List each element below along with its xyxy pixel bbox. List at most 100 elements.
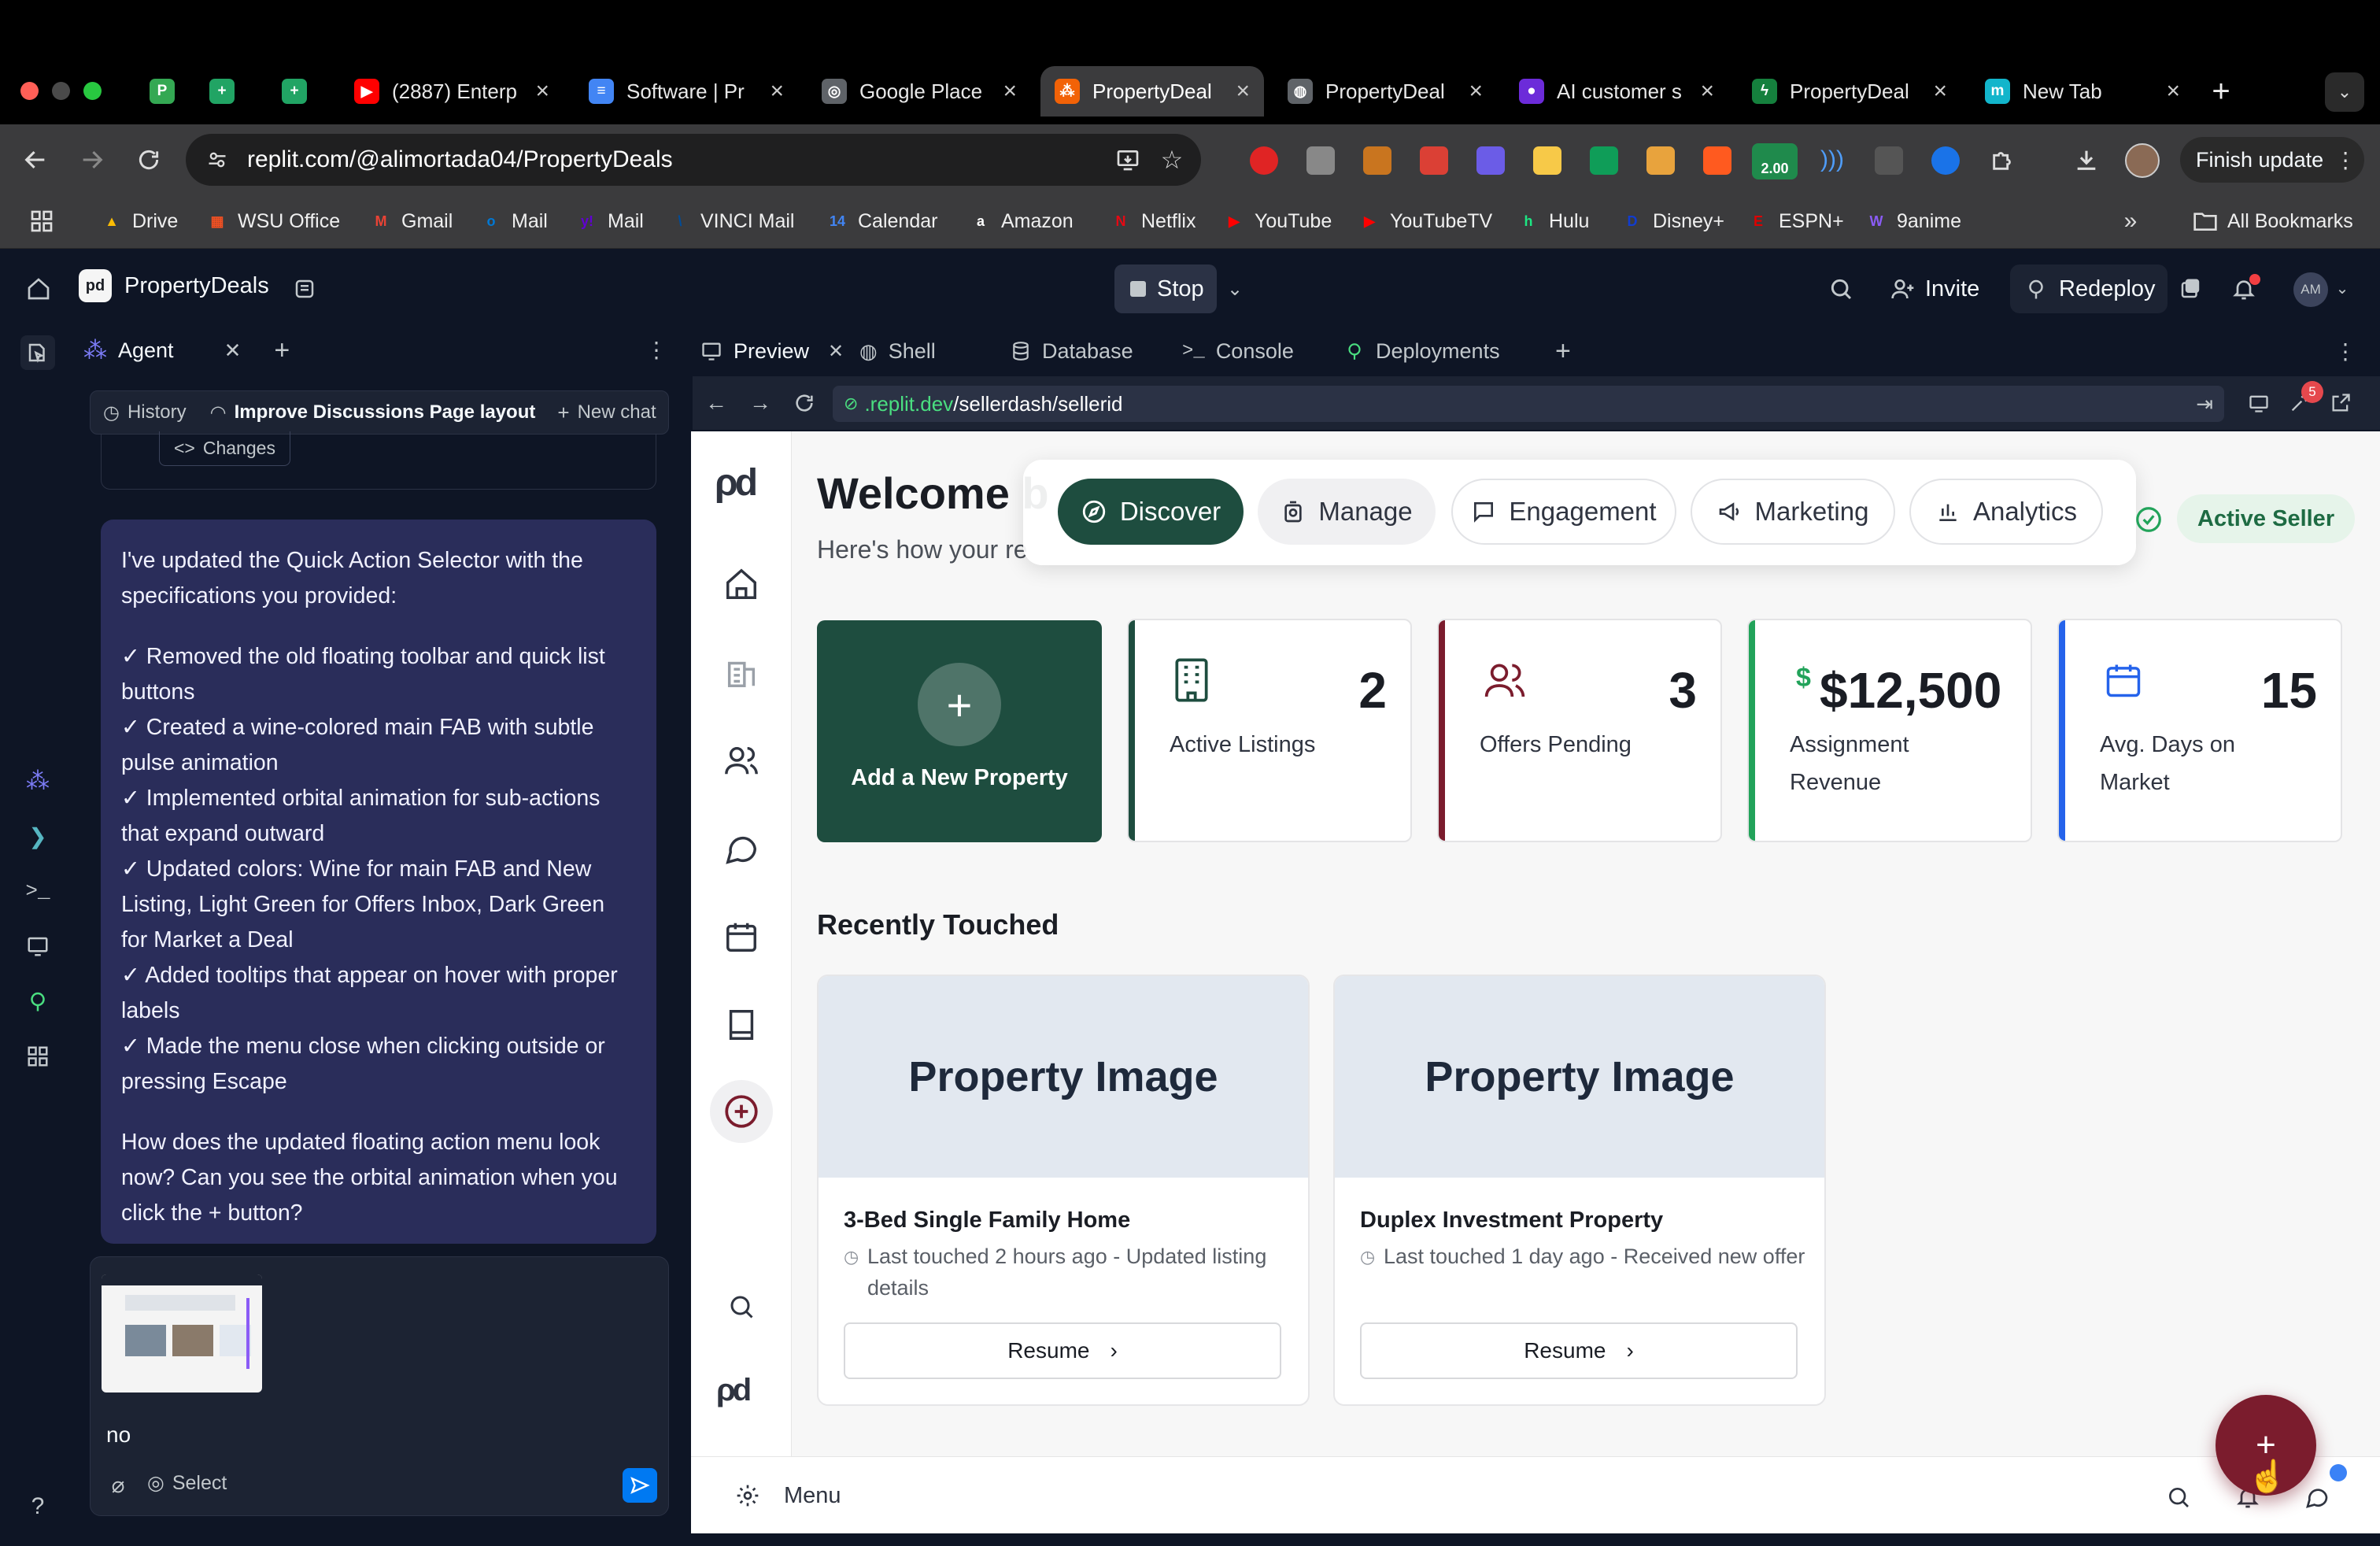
close-tab-icon[interactable]: ✕: [828, 340, 844, 363]
bookmark-item[interactable]: a Amazon: [970, 203, 1074, 239]
all-tools-icon[interactable]: [20, 1039, 55, 1074]
extension-icon[interactable]: [1590, 146, 1618, 175]
chat-title[interactable]: Improve Discussions Page layout: [235, 401, 536, 423]
resume-button[interactable]: Resume ›: [844, 1322, 1281, 1379]
sidebar-book-icon[interactable]: [718, 1001, 765, 1049]
extension-icon[interactable]: [1875, 146, 1903, 175]
tab-shell[interactable]: ◍ Shell: [859, 326, 936, 376]
devtools-icon[interactable]: 5: [2286, 381, 2323, 417]
footer-menu-button[interactable]: Menu: [784, 1483, 841, 1509]
preview-tool-icon[interactable]: [20, 929, 55, 963]
close-tab-icon[interactable]: ×: [535, 78, 549, 105]
home-icon[interactable]: [22, 272, 55, 305]
extensions-puzzle-icon[interactable]: [1986, 143, 2020, 176]
close-tab-icon[interactable]: ×: [1003, 78, 1017, 105]
sidebar-logo[interactable]: ρd: [716, 1373, 752, 1408]
browser-tab[interactable]: +: [195, 66, 258, 117]
stat-card-active-listings[interactable]: 2 Active Listings: [1127, 619, 1412, 842]
deploy-status-icon[interactable]: [2174, 272, 2207, 305]
agent-menu-icon[interactable]: ⋮: [644, 337, 669, 362]
all-bookmarks-button[interactable]: All Bookmarks: [2193, 203, 2353, 239]
todoist-icon[interactable]: [1420, 146, 1448, 175]
sidebar-home-icon[interactable]: [718, 560, 765, 608]
stat-card-assignment-revenue[interactable]: $ $12,500 Assignment Revenue: [1747, 619, 2032, 842]
bookmark-item[interactable]: ▶ YouTube: [1223, 203, 1332, 239]
assistant-tool-icon[interactable]: ❯: [20, 819, 55, 853]
tab-agent[interactable]: ⁂ Agent ✕ +: [83, 335, 290, 366]
extension-icon[interactable]: [1703, 146, 1731, 175]
site-info-icon[interactable]: [205, 147, 230, 172]
settings-gear-icon[interactable]: [734, 1481, 762, 1510]
chat-composer[interactable]: no ⌀ ◎ Select: [90, 1256, 669, 1516]
browser-tab[interactable]: m New Tab ×: [1971, 66, 2194, 117]
apps-grid-icon[interactable]: [27, 206, 57, 236]
bookmark-item[interactable]: ▶ YouTubeTV: [1358, 203, 1492, 239]
finish-update-button[interactable]: Finish update ⋮: [2180, 137, 2364, 183]
marketing-button[interactable]: Marketing: [1691, 479, 1895, 545]
stat-card-offers-pending[interactable]: 3 Offers Pending: [1437, 619, 1722, 842]
add-tab-icon[interactable]: +: [1555, 326, 1571, 376]
browser-tab[interactable]: ◎ Google Place ×: [808, 66, 1031, 117]
bookmark-item[interactable]: ▲ Drive: [101, 203, 178, 239]
kebab-menu-icon[interactable]: ⋮: [2334, 147, 2356, 173]
window-minimize-button[interactable]: [52, 82, 70, 100]
tab-preview[interactable]: Preview ✕: [700, 326, 844, 376]
webview-forward-icon[interactable]: →: [746, 389, 774, 417]
forward-icon[interactable]: [76, 143, 109, 176]
stop-button[interactable]: Stop: [1114, 264, 1217, 313]
avatar-chevron-icon[interactable]: ⌄: [2331, 277, 2353, 299]
sidebar-search-icon[interactable]: [718, 1283, 765, 1330]
close-tab-icon[interactable]: ×: [1469, 78, 1483, 105]
download-icon[interactable]: [2070, 143, 2103, 176]
bookmark-item[interactable]: h Hulu: [1517, 203, 1590, 239]
attached-screenshot-thumbnail[interactable]: [102, 1274, 262, 1393]
tab-console[interactable]: >_ Console: [1182, 326, 1294, 376]
new-tab-icon[interactable]: +: [2204, 74, 2238, 109]
extension-icon[interactable]: [1931, 146, 1960, 175]
browser-tab[interactable]: ● AI customer s ×: [1505, 66, 1728, 117]
close-tab-icon[interactable]: ×: [770, 78, 784, 105]
sidebar-users-icon[interactable]: [718, 737, 765, 784]
agent-tool-icon[interactable]: ⁂: [20, 764, 55, 798]
address-bar[interactable]: replit.com/@alimortada04/PropertyDeals ☆: [186, 134, 1201, 186]
tab-deployments[interactable]: Deployments: [1344, 326, 1500, 376]
close-tab-icon[interactable]: ×: [2166, 78, 2180, 105]
extension-icon[interactable]: [1306, 146, 1335, 175]
redeploy-button[interactable]: Redeploy: [2010, 264, 2168, 313]
more-bookmarks-icon[interactable]: »: [2116, 206, 2145, 236]
send-button[interactable]: [623, 1468, 657, 1503]
devices-icon[interactable]: [2245, 389, 2273, 417]
extension-icon[interactable]: [1250, 146, 1278, 175]
project-info-icon[interactable]: [288, 272, 321, 305]
sidebar-chat-icon[interactable]: [718, 825, 765, 872]
tab-database[interactable]: Database: [1011, 326, 1133, 376]
install-app-icon[interactable]: [1114, 146, 1141, 173]
close-tab-icon[interactable]: ×: [1933, 78, 1947, 105]
go-icon[interactable]: ⇥: [2196, 392, 2213, 416]
bookmark-item[interactable]: W 9anime: [1865, 203, 1962, 239]
deployments-tool-icon[interactable]: [20, 984, 55, 1019]
address-url[interactable]: replit.com/@alimortada04/PropertyDeals: [247, 134, 673, 186]
bookmark-item[interactable]: N Netflix: [1110, 203, 1196, 239]
history-button[interactable]: History: [128, 401, 187, 423]
attach-icon[interactable]: ⌀: [105, 1471, 131, 1498]
new-chat-button[interactable]: New chat: [578, 401, 656, 423]
footer-search-icon[interactable]: [2164, 1483, 2193, 1511]
console-tool-icon[interactable]: >_: [20, 874, 55, 908]
bookmark-item[interactable]: E ESPN+: [1747, 203, 1844, 239]
bookmark-item[interactable]: 14 Calendar: [826, 203, 937, 239]
pen-icon[interactable]: [1646, 146, 1675, 175]
property-card[interactable]: Property Image 3-Bed Single Family Home …: [817, 975, 1310, 1406]
search-icon[interactable]: [1824, 272, 1857, 305]
changes-button[interactable]: <> Changes: [159, 431, 290, 466]
sidebar-buildings-icon[interactable]: [718, 649, 765, 696]
property-card[interactable]: Property Image Duplex Investment Propert…: [1333, 975, 1826, 1406]
bookmark-item[interactable]: y! Mail: [576, 203, 644, 239]
extension-icon[interactable]: [1363, 146, 1391, 175]
browser-tab[interactable]: ≡ Software | Pr ×: [575, 66, 798, 117]
webview-back-icon[interactable]: ←: [702, 389, 730, 417]
bookmark-item[interactable]: o Mail: [480, 203, 548, 239]
close-tab-icon[interactable]: ×: [1236, 78, 1250, 105]
open-new-window-icon[interactable]: [2326, 389, 2355, 417]
resume-button[interactable]: Resume ›: [1360, 1322, 1798, 1379]
